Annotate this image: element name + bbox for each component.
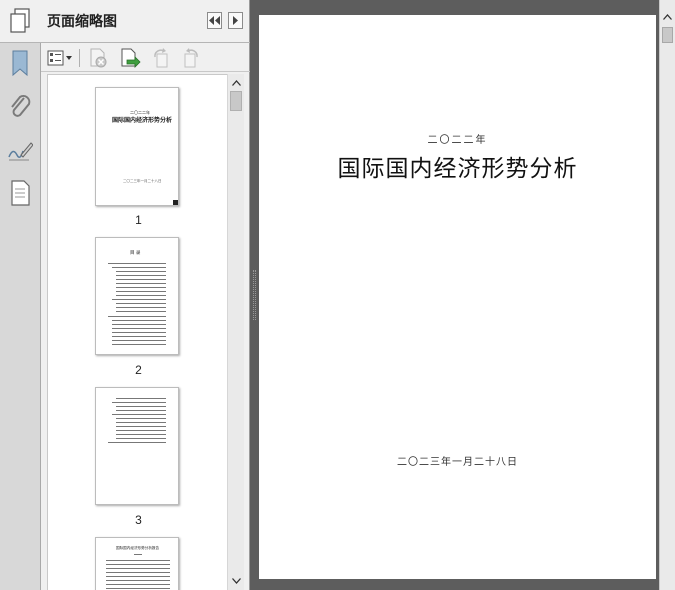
toc-line (108, 316, 166, 317)
toc-line (116, 295, 166, 296)
toc-line (108, 442, 166, 443)
toc-line (116, 426, 166, 427)
page-number-label: 2 (135, 363, 142, 377)
thumbnail-scrollbar-thumb[interactable] (230, 91, 242, 111)
toc-line (112, 320, 166, 321)
toc-line (116, 410, 166, 411)
delete-page-icon (90, 48, 107, 68)
thumbnail-report-heading: 国际国内经济形势分析报告 (116, 546, 160, 550)
rail-header (0, 0, 41, 43)
toc-line (116, 434, 166, 435)
options-menu-icon (47, 50, 72, 66)
toc-line (112, 414, 166, 415)
toc-line (112, 344, 166, 345)
page-thumbnails-panel: 页面缩略图 二〇二二年 国际国内经济形势分析 二〇二三年一月二十八日 1 目 录… (41, 0, 250, 590)
page-thumbnail-4[interactable]: 国际国内经济形势分析报告 (95, 537, 179, 590)
toc-line (116, 275, 166, 276)
text-line (106, 572, 170, 573)
text-line (106, 588, 170, 589)
toc-line (112, 328, 166, 329)
thumbnail-toc-heading: 目 录 (130, 251, 141, 256)
bookmark-icon[interactable] (6, 48, 34, 78)
page-number-label: 1 (135, 213, 142, 227)
toc-line (116, 287, 166, 288)
rotate-left-button[interactable] (151, 48, 171, 68)
toc-line (116, 303, 166, 304)
navigation-rail (0, 0, 41, 590)
rotate-right-button[interactable] (181, 48, 201, 68)
toc-line (116, 271, 166, 272)
signature-icon[interactable] (6, 136, 34, 166)
rotate-right-icon (184, 48, 198, 68)
toolbar-separator (79, 49, 80, 67)
page-thumbnail-2[interactable]: 目 录 (95, 237, 179, 355)
toc-line (116, 438, 166, 439)
layers-icon[interactable] (6, 178, 34, 208)
toc-line (112, 299, 166, 300)
collapse-panel-button[interactable] (207, 12, 222, 29)
document-date: 二〇二三年一月二十八日 (397, 457, 518, 468)
text-line (106, 580, 170, 581)
thumbnail-date-text: 二〇二三年一月二十八日 (123, 179, 162, 183)
chevron-right-icon (233, 16, 238, 25)
thumbnail-scrollbar[interactable] (227, 74, 244, 590)
text-line (134, 554, 142, 555)
toc-line (116, 406, 166, 407)
scroll-up-icon[interactable] (660, 10, 675, 24)
toc-line (116, 307, 166, 308)
panel-header: 页面缩略图 (41, 0, 250, 43)
toc-line (116, 422, 166, 423)
toc-line (112, 267, 166, 268)
toc-line (112, 336, 166, 337)
text-line (106, 568, 170, 569)
toc-line (112, 324, 166, 325)
toc-line (116, 311, 166, 312)
toc-line (108, 263, 166, 264)
toc-line (116, 279, 166, 280)
toc-line (116, 291, 166, 292)
thumbnail-title-text: 国际国内经济形势分析 (112, 117, 173, 124)
page-number-label: 3 (135, 513, 142, 527)
toc-line (116, 398, 166, 399)
pdf-viewer-window: 页面缩略图 二〇二二年 国际国内经济形势分析 二〇二三年一月二十八日 1 目 录… (0, 0, 675, 590)
toc-line (116, 283, 166, 284)
toc-line (112, 332, 166, 333)
double-chevron-left-icon (209, 16, 220, 25)
text-line (106, 576, 170, 577)
extract-page-button[interactable] (119, 48, 141, 68)
toc-line (112, 402, 166, 403)
document-title: 国际国内经济形势分析 (337, 156, 578, 182)
delete-page-button[interactable] (87, 48, 109, 68)
document-page: 二〇二二年 国际国内经济形势分析 二〇二三年一月二十八日 (259, 15, 656, 579)
toc-line (116, 418, 166, 419)
scroll-down-icon[interactable] (228, 574, 244, 588)
thumbnail-list: 二〇二二年 国际国内经济形势分析 二〇二三年一月二十八日 1 目 录 2 3 国… (47, 74, 228, 590)
current-view-indicator (173, 200, 178, 205)
page-thumbnail-1[interactable]: 二〇二二年 国际国内经济形势分析 二〇二三年一月二十八日 (95, 87, 179, 206)
panel-title: 页面缩略图 (47, 14, 117, 30)
thumbnails-toolbar (41, 44, 250, 72)
page-thumbnail-3[interactable] (95, 387, 179, 505)
text-line (106, 560, 170, 561)
extract-page-icon (121, 48, 141, 68)
document-year: 二〇二二年 (427, 135, 488, 146)
scroll-up-icon[interactable] (228, 76, 244, 90)
text-line (106, 584, 170, 585)
pages-icon[interactable] (6, 6, 34, 36)
splitter-grip[interactable] (253, 270, 256, 320)
document-scrollbar-thumb[interactable] (662, 27, 673, 43)
options-menu-button[interactable] (47, 48, 73, 68)
rotate-left-icon (154, 48, 168, 68)
panel-menu-button[interactable] (228, 12, 243, 29)
text-line (106, 564, 170, 565)
toc-line (112, 340, 166, 341)
attachment-icon[interactable] (6, 92, 34, 122)
document-scrollbar[interactable] (659, 0, 675, 590)
toc-line (116, 430, 166, 431)
